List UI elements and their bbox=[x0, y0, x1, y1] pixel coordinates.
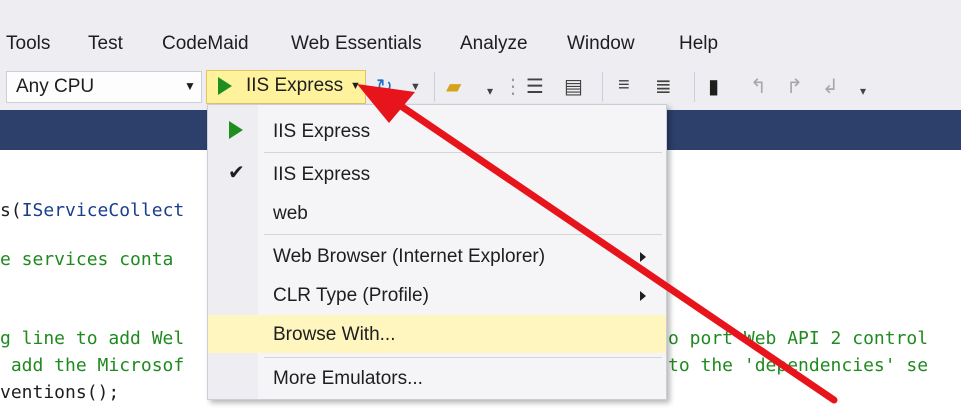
annotation-arrow bbox=[357, 84, 838, 404]
arrow-head bbox=[357, 84, 415, 123]
arrow-shaft bbox=[394, 100, 838, 404]
